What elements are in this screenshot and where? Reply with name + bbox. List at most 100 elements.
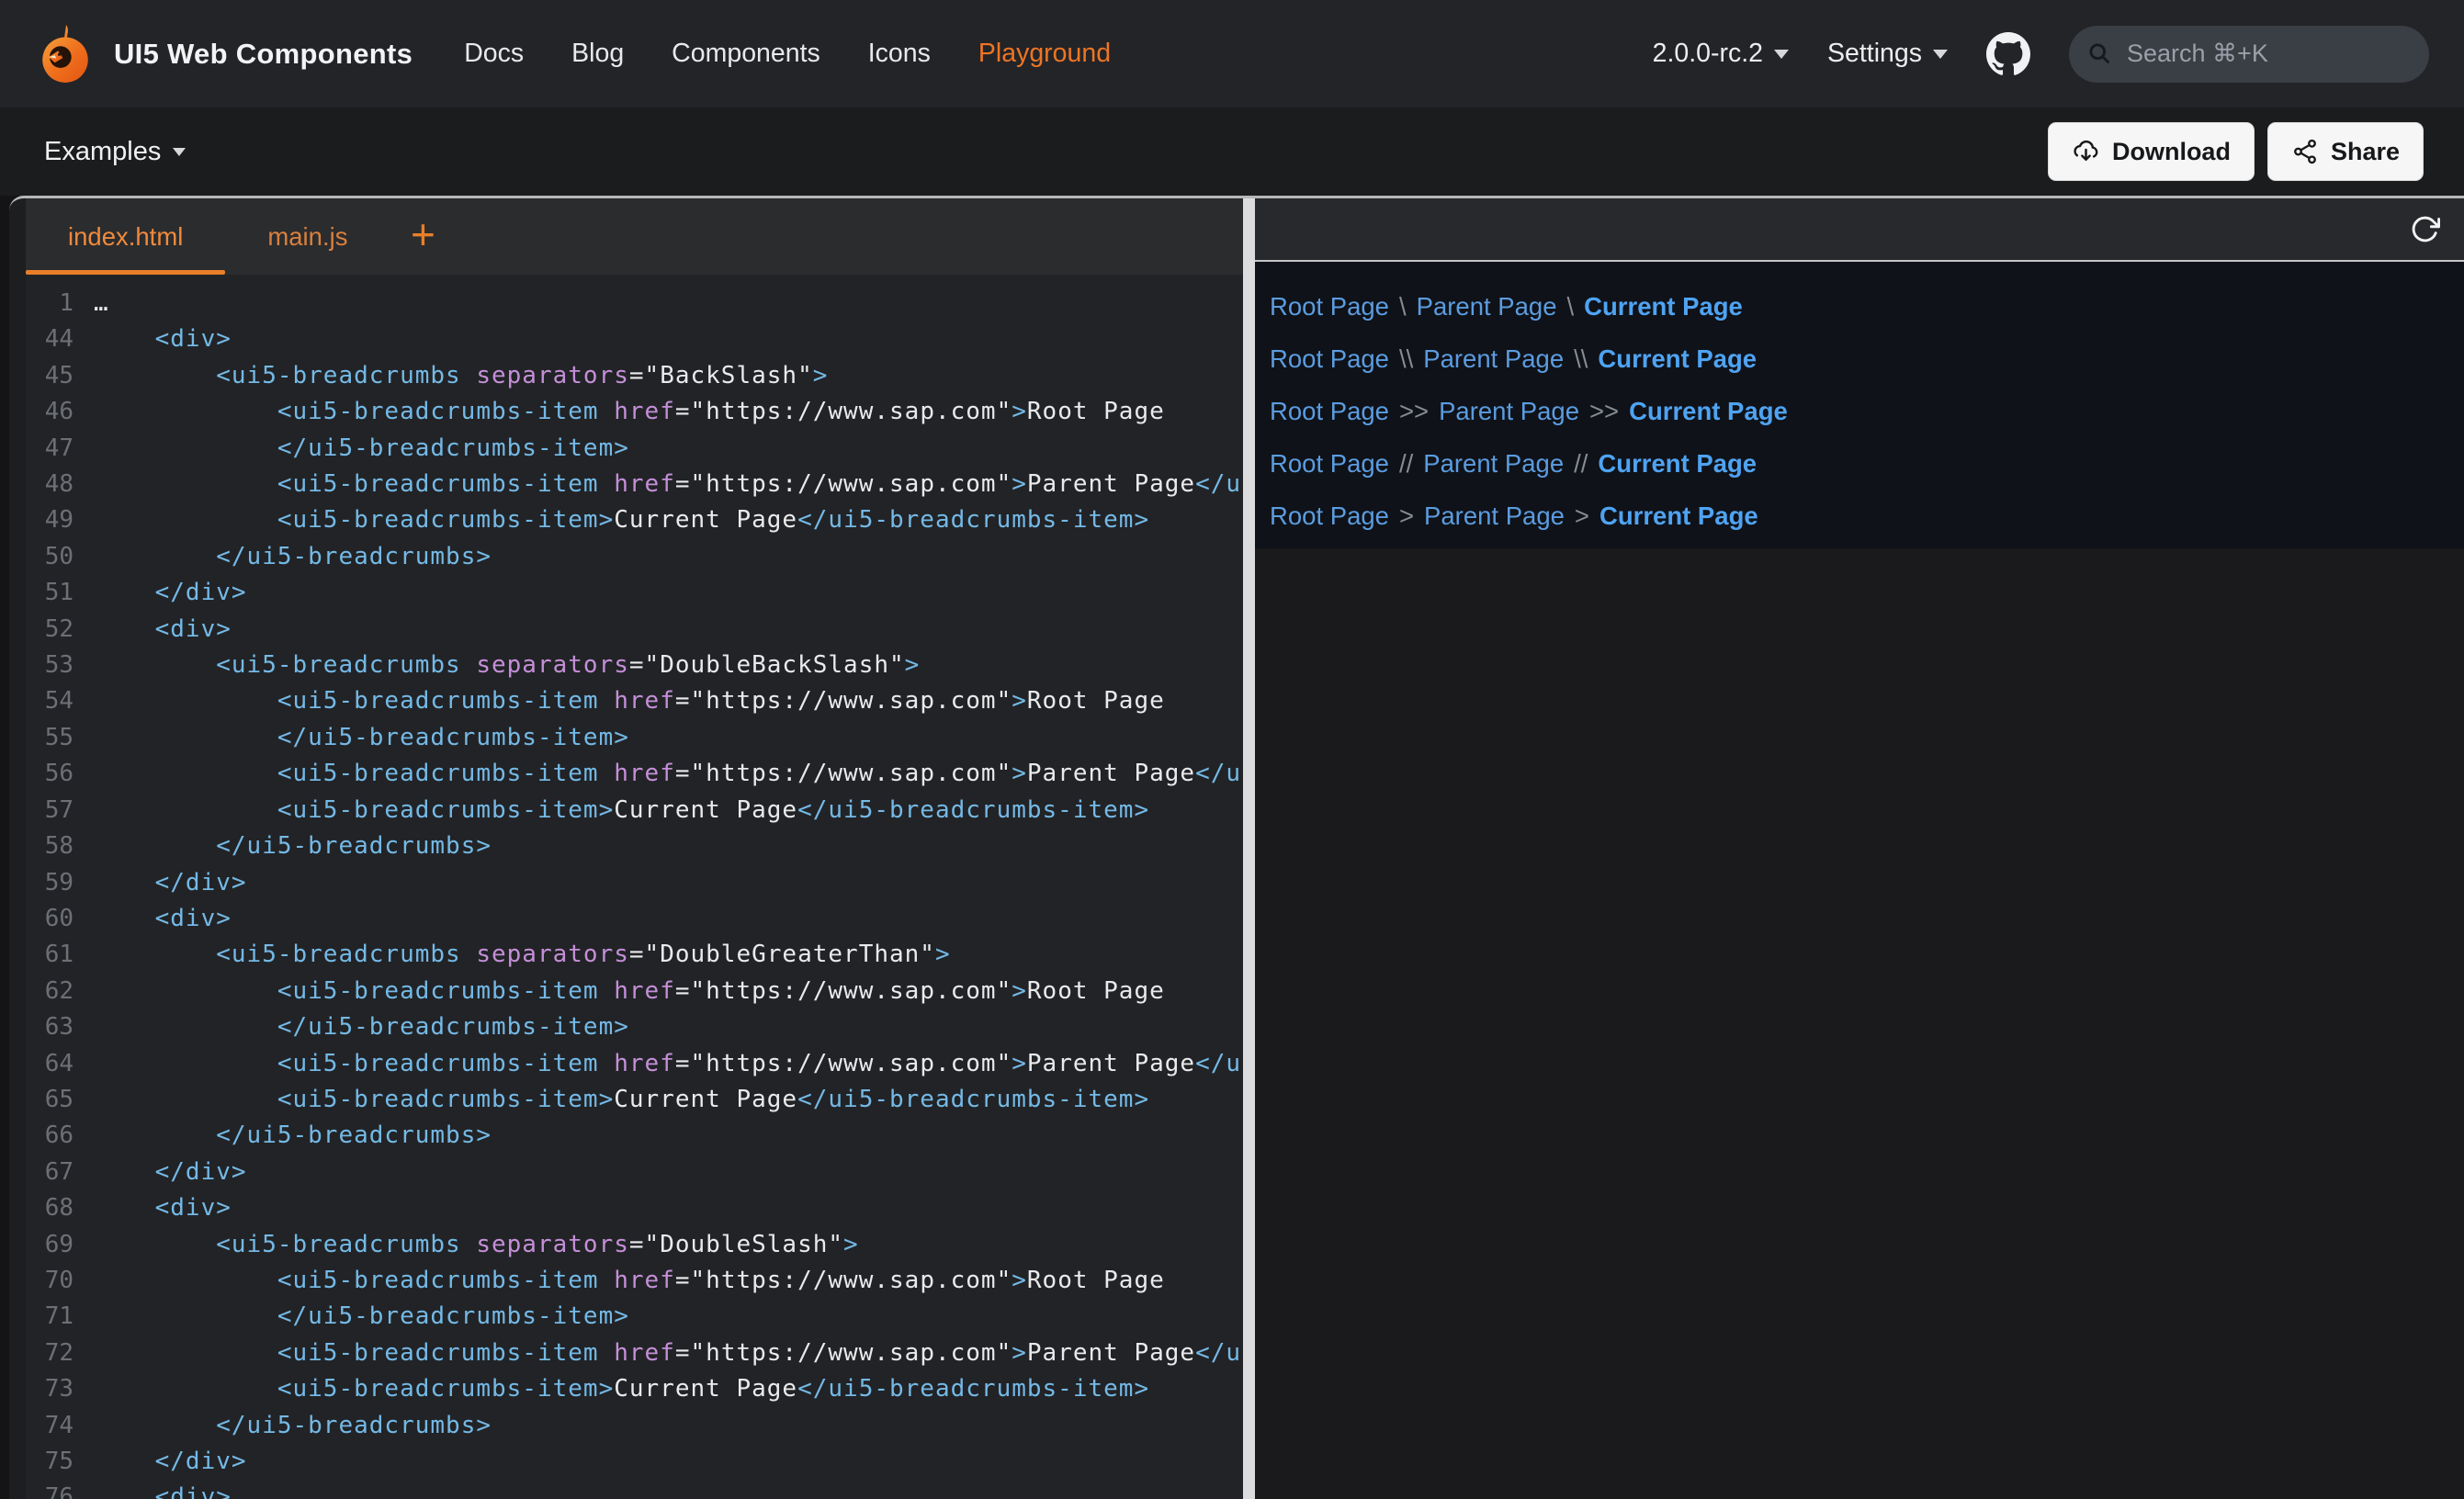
code-line: 46 <ui5-breadcrumbs-item href="https://w… <box>26 394 1243 430</box>
download-label: Download <box>2112 138 2231 166</box>
code-line: 53 <ui5-breadcrumbs separators="DoubleBa… <box>26 648 1243 683</box>
code-line: 73 <ui5-breadcrumbs-item>Current Page</u… <box>26 1371 1243 1407</box>
breadcrumb-link[interactable]: Root Page <box>1270 449 1389 479</box>
nav-item-playground[interactable]: Playground <box>978 39 1111 69</box>
line-content: <ui5-breadcrumbs-item>Current Page</ui5-… <box>73 502 1149 538</box>
preview-frame: Root Page\Parent Page\Current PageRoot P… <box>1255 262 2464 548</box>
line-number: 1 <box>26 286 73 321</box>
breadcrumb-separator: >> <box>1399 397 1429 426</box>
code-editor-panel: index.htmlmain.js+ 1…44 <div>45 <ui5-bre… <box>26 198 1243 1499</box>
code-line: 62 <ui5-breadcrumbs-item href="https://w… <box>26 974 1243 1009</box>
code-line: 70 <ui5-breadcrumbs-item href="https://w… <box>26 1263 1243 1299</box>
share-icon <box>2291 138 2319 165</box>
line-number: 52 <box>26 612 73 648</box>
line-number: 51 <box>26 575 73 611</box>
new-tab-button[interactable]: + <box>390 198 456 275</box>
breadcrumb-link[interactable]: Root Page <box>1270 397 1389 426</box>
settings-dropdown[interactable]: Settings <box>1827 39 1948 69</box>
breadcrumb-row: Root Page>Parent Page>Current Page <box>1270 490 2464 542</box>
nav-item-icons[interactable]: Icons <box>868 39 931 69</box>
line-content: </ui5-breadcrumbs> <box>73 1408 492 1444</box>
tab-label: index.html <box>68 222 183 252</box>
code-line: 76 <div> <box>26 1480 1243 1499</box>
line-number: 62 <box>26 974 73 1009</box>
breadcrumb-separator: >> <box>1589 397 1619 426</box>
code-editor[interactable]: 1…44 <div>45 <ui5-breadcrumbs separators… <box>26 275 1243 1499</box>
share-button[interactable]: Share <box>2267 122 2424 181</box>
nav-item-docs[interactable]: Docs <box>464 39 524 69</box>
code-line: 58 </ui5-breadcrumbs> <box>26 828 1243 864</box>
line-content: <div> <box>73 1480 232 1499</box>
breadcrumb-link[interactable]: Root Page <box>1270 292 1389 321</box>
breadcrumb-link[interactable]: Parent Page <box>1423 344 1564 374</box>
breadcrumb-row: Root Page//Parent Page//Current Page <box>1270 437 2464 490</box>
nav-item-components[interactable]: Components <box>672 39 820 69</box>
download-button[interactable]: Download <box>2048 122 2255 181</box>
version-dropdown[interactable]: 2.0.0-rc.2 <box>1653 39 1789 69</box>
tab-main-js[interactable]: main.js <box>225 198 390 275</box>
line-content: <div> <box>73 1190 232 1226</box>
panel-resize-handle[interactable] <box>1243 198 1255 1499</box>
tab-index-html[interactable]: index.html <box>26 198 225 275</box>
tab-label: main.js <box>267 222 347 252</box>
code-line: 45 <ui5-breadcrumbs separators="BackSlas… <box>26 358 1243 394</box>
breadcrumb-link[interactable]: Parent Page <box>1424 502 1565 531</box>
line-content: <div> <box>73 612 232 648</box>
line-number: 64 <box>26 1046 73 1082</box>
breadcrumb-link[interactable]: Parent Page <box>1439 397 1579 426</box>
line-number: 75 <box>26 1444 73 1480</box>
chevron-down-icon <box>173 148 186 156</box>
line-content: <div> <box>73 901 232 937</box>
line-number: 47 <box>26 431 73 467</box>
line-content: </div> <box>73 575 247 611</box>
line-content: <ui5-breadcrumbs-item href="https://www.… <box>73 974 1165 1009</box>
line-number: 44 <box>26 321 73 357</box>
line-content: </ui5-breadcrumbs> <box>73 828 492 864</box>
breadcrumb-row: Root Page\Parent Page\Current Page <box>1270 280 2464 332</box>
toolbar-actions: Download Share <box>2048 122 2424 181</box>
code-line: 49 <ui5-breadcrumbs-item>Current Page</u… <box>26 502 1243 538</box>
code-line: 75 </div> <box>26 1444 1243 1480</box>
line-content: </ui5-breadcrumbs-item> <box>73 720 629 756</box>
brand-title[interactable]: UI5 Web Components <box>114 38 413 71</box>
code-line: 48 <ui5-breadcrumbs-item href="https://w… <box>26 467 1243 502</box>
line-number: 45 <box>26 358 73 394</box>
github-icon[interactable] <box>1986 32 2030 76</box>
breadcrumb-row: Root Page\\Parent Page\\Current Page <box>1270 332 2464 385</box>
breadcrumb-link[interactable]: Root Page <box>1270 502 1389 531</box>
line-number: 49 <box>26 502 73 538</box>
line-number: 58 <box>26 828 73 864</box>
breadcrumb-link[interactable]: Parent Page <box>1423 449 1564 479</box>
line-number: 60 <box>26 901 73 937</box>
examples-dropdown[interactable]: Examples <box>44 137 186 167</box>
line-content: <ui5-breadcrumbs-item href="https://www.… <box>73 1336 1243 1371</box>
line-content: <ui5-breadcrumbs-item href="https://www.… <box>73 1046 1243 1082</box>
line-content: <ui5-breadcrumbs-item href="https://www.… <box>73 1263 1165 1299</box>
line-content: <ui5-breadcrumbs separators="DoubleGreat… <box>73 937 951 973</box>
line-number: 72 <box>26 1336 73 1371</box>
nav-item-blog[interactable]: Blog <box>571 39 624 69</box>
playground-stage: index.htmlmain.js+ 1…44 <div>45 <ui5-bre… <box>9 196 2464 1499</box>
breadcrumb-link[interactable]: Root Page <box>1270 344 1389 374</box>
breadcrumb-separator: \ <box>1399 292 1407 321</box>
breadcrumb-separator: // <box>1399 449 1413 479</box>
breadcrumb-separator: > <box>1575 502 1589 531</box>
line-number: 67 <box>26 1155 73 1190</box>
chevron-down-icon <box>1933 50 1948 59</box>
code-line: 52 <div> <box>26 612 1243 648</box>
line-content: <ui5-breadcrumbs-item>Current Page</ui5-… <box>73 1371 1149 1407</box>
search-input[interactable] <box>2125 39 2411 69</box>
ui5-phoenix-logo-icon[interactable] <box>35 24 96 85</box>
header-right-group: 2.0.0-rc.2 Settings <box>1653 26 2429 83</box>
refresh-button[interactable] <box>2403 209 2446 251</box>
code-line: 72 <ui5-breadcrumbs-item href="https://w… <box>26 1336 1243 1371</box>
line-number: 53 <box>26 648 73 683</box>
breadcrumb-current: Current Page <box>1599 502 1758 531</box>
line-content: <ui5-breadcrumbs-item href="https://www.… <box>73 756 1243 792</box>
playground-toolbar: Examples Download Share <box>0 107 2464 196</box>
line-number: 66 <box>26 1118 73 1154</box>
breadcrumb-link[interactable]: Parent Page <box>1417 292 1557 321</box>
code-line: 61 <ui5-breadcrumbs separators="DoubleGr… <box>26 937 1243 973</box>
code-line: 69 <ui5-breadcrumbs separators="DoubleSl… <box>26 1227 1243 1263</box>
code-line: 66 </ui5-breadcrumbs> <box>26 1118 1243 1154</box>
